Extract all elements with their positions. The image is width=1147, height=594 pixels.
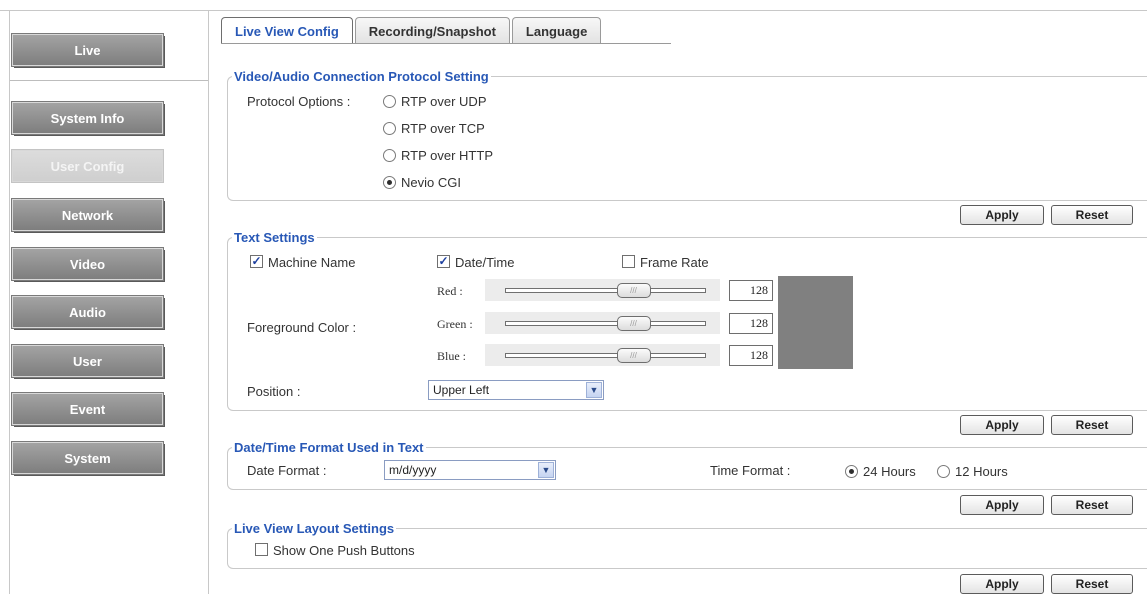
- sidebar-item-event[interactable]: Event: [11, 392, 164, 426]
- blue-slider[interactable]: ///: [485, 344, 720, 366]
- sidebar-item-video[interactable]: Video: [11, 247, 164, 281]
- sidebar-divider: [208, 10, 209, 594]
- sidebar-item-user-config[interactable]: User Config: [11, 149, 164, 183]
- config-tabs: Live View Config Recording/Snapshot Lang…: [221, 17, 603, 44]
- radio-24-hours-label: 24 Hours: [863, 464, 916, 479]
- sidebar-item-system-info[interactable]: System Info: [11, 101, 164, 135]
- frame-left-border: [9, 10, 10, 594]
- radio-rtp-udp-label: RTP over UDP: [401, 94, 487, 109]
- date-format-select-value: m/d/yyyy: [389, 463, 437, 477]
- radio-rtp-tcp-label: RTP over TCP: [401, 121, 485, 136]
- red-value-input[interactable]: 128: [729, 280, 773, 301]
- date-time-checkbox[interactable]: ✓: [437, 255, 450, 268]
- position-label: Position :: [247, 384, 301, 399]
- green-value-input[interactable]: 128: [729, 313, 773, 334]
- sidebar-separator: [10, 80, 208, 81]
- color-preview-swatch: [778, 276, 853, 369]
- date-format-select[interactable]: m/d/yyyy ▼: [384, 460, 556, 480]
- layout-settings-title: Live View Layout Settings: [234, 521, 395, 536]
- show-one-push-checkbox[interactable]: [255, 543, 268, 556]
- text-settings-apply-button[interactable]: Apply: [960, 415, 1044, 435]
- sidebar-item-live[interactable]: Live: [11, 33, 164, 67]
- green-label: Green :: [437, 317, 473, 331]
- tab-language[interactable]: Language: [511, 17, 602, 44]
- date-time-label: Date/Time: [455, 255, 515, 270]
- blue-label: Blue :: [437, 349, 466, 363]
- protocol-section: Video/Audio Connection Protocol Setting: [227, 69, 1147, 201]
- date-time-format-section: Date/Time Format Used in Text: [227, 440, 1147, 490]
- radio-rtp-http-label: RTP over HTTP: [401, 148, 493, 163]
- protocol-section-title: Video/Audio Connection Protocol Setting: [234, 69, 489, 84]
- chevron-down-icon: ▼: [586, 382, 602, 398]
- sidebar-item-audio[interactable]: Audio: [11, 295, 164, 329]
- red-slider-thumb[interactable]: ///: [616, 283, 651, 298]
- date-format-label: Date Format :: [247, 463, 327, 478]
- blue-slider-rail: [505, 353, 706, 358]
- frame-rate-label: Frame Rate: [640, 255, 709, 270]
- sidebar-item-user[interactable]: User: [11, 344, 164, 378]
- sidebar-item-system[interactable]: System: [11, 441, 164, 475]
- frame-rate-checkbox[interactable]: [622, 255, 635, 268]
- date-time-reset-button[interactable]: Reset: [1051, 495, 1133, 515]
- green-slider[interactable]: ///: [485, 312, 720, 334]
- position-select[interactable]: Upper Left ▼: [428, 380, 604, 400]
- machine-name-checkbox[interactable]: ✓: [250, 255, 263, 268]
- time-format-label: Time Format :: [710, 463, 791, 478]
- protocol-options-label: Protocol Options :: [247, 94, 351, 109]
- radio-rtp-tcp[interactable]: [383, 122, 396, 135]
- chevron-down-icon: ▼: [538, 462, 554, 478]
- tab-recording-snapshot[interactable]: Recording/Snapshot: [354, 17, 510, 44]
- text-settings-reset-button[interactable]: Reset: [1051, 415, 1133, 435]
- red-slider[interactable]: ///: [485, 279, 720, 301]
- machine-name-label: Machine Name: [268, 255, 356, 270]
- radio-24-hours[interactable]: [845, 465, 858, 478]
- radio-rtp-http[interactable]: [383, 149, 396, 162]
- radio-12-hours[interactable]: [937, 465, 950, 478]
- blue-value-input[interactable]: 128: [729, 345, 773, 366]
- green-slider-rail: [505, 321, 706, 326]
- radio-nevio-cgi-label: Nevio CGI: [401, 175, 461, 190]
- green-slider-thumb[interactable]: ///: [616, 316, 651, 331]
- protocol-apply-button[interactable]: Apply: [960, 205, 1044, 225]
- red-slider-rail: [505, 288, 706, 293]
- foreground-color-label: Foreground Color :: [247, 320, 357, 335]
- layout-apply-button[interactable]: Apply: [960, 574, 1044, 594]
- position-select-value: Upper Left: [433, 383, 490, 397]
- radio-rtp-udp[interactable]: [383, 95, 396, 108]
- radio-nevio-cgi[interactable]: [383, 176, 396, 189]
- protocol-reset-button[interactable]: Reset: [1051, 205, 1133, 225]
- tab-baseline: [221, 43, 671, 44]
- layout-reset-button[interactable]: Reset: [1051, 574, 1133, 594]
- date-time-apply-button[interactable]: Apply: [960, 495, 1044, 515]
- show-one-push-label: Show One Push Buttons: [273, 543, 415, 558]
- radio-12-hours-label: 12 Hours: [955, 464, 1008, 479]
- sidebar-item-network[interactable]: Network: [11, 198, 164, 232]
- red-label: Red :: [437, 284, 463, 298]
- tab-live-view-config[interactable]: Live View Config: [221, 17, 353, 44]
- date-time-format-title: Date/Time Format Used in Text: [234, 440, 424, 455]
- frame-top-border: [0, 10, 1147, 11]
- text-settings-title: Text Settings: [234, 230, 315, 245]
- blue-slider-thumb[interactable]: ///: [616, 348, 651, 363]
